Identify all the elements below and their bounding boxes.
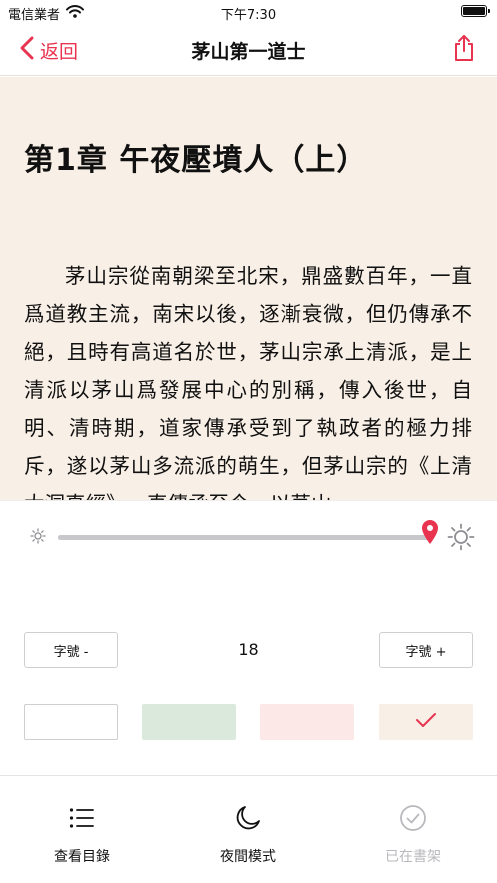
battery-icon xyxy=(461,5,490,17)
theme-swatch-white[interactable] xyxy=(24,704,118,740)
theme-swatch-pink[interactable] xyxy=(260,704,354,740)
brightness-slider-fill xyxy=(58,535,430,540)
chapter-title: 第1章 午夜壓墳人（上） xyxy=(24,143,368,178)
status-bar: 電信業者 下午7:30 xyxy=(0,0,497,24)
status-time: 下午7:30 xyxy=(220,8,277,23)
tab-table-of-contents[interactable]: 查看目錄 xyxy=(22,804,142,866)
tab-label-night: 夜間模式 xyxy=(220,849,276,865)
tab-bar: 查看目錄 夜間模式 已在書架 xyxy=(0,775,497,883)
moon-icon xyxy=(234,804,262,836)
reading-settings-panel: 字號 - 18 字號 + xyxy=(0,500,497,775)
share-icon xyxy=(453,35,475,66)
location-pin-icon[interactable] xyxy=(420,519,440,549)
tab-on-bookshelf[interactable]: 已在書架 xyxy=(353,804,473,866)
tab-night-mode[interactable]: 夜間模式 xyxy=(188,804,308,866)
list-icon xyxy=(69,807,95,833)
back-label: 返回 xyxy=(40,41,79,63)
chapter-body: 茅山宗從南朝梁至北宋，鼎盛數百年，一直爲道教主流，南宋以後，逐漸衰微，但仍傳承不… xyxy=(24,264,472,500)
font-decrease-button[interactable]: 字號 - xyxy=(24,632,118,668)
brightness-low-icon xyxy=(30,528,46,548)
tab-label-toc: 查看目錄 xyxy=(54,849,110,865)
check-circle-icon xyxy=(399,804,427,836)
checkmark-icon xyxy=(415,712,437,732)
reader-area[interactable]: 第1章 午夜壓墳人（上） 茅山宗從南朝梁至北宋，鼎盛數百年，一直爲道教主流，南宋… xyxy=(0,77,497,500)
nav-bar: 返回 茅山第一道士 xyxy=(0,24,497,76)
font-increase-button[interactable]: 字號 + xyxy=(379,632,473,668)
tab-label-shelf: 已在書架 xyxy=(385,849,441,865)
share-button[interactable] xyxy=(453,34,475,66)
chevron-left-icon xyxy=(20,36,40,65)
brightness-slider[interactable] xyxy=(58,520,438,544)
theme-swatch-cream[interactable] xyxy=(379,704,473,740)
back-button[interactable]: 返回 xyxy=(20,36,78,65)
brightness-high-icon xyxy=(447,523,475,555)
theme-swatch-green[interactable] xyxy=(142,704,236,740)
